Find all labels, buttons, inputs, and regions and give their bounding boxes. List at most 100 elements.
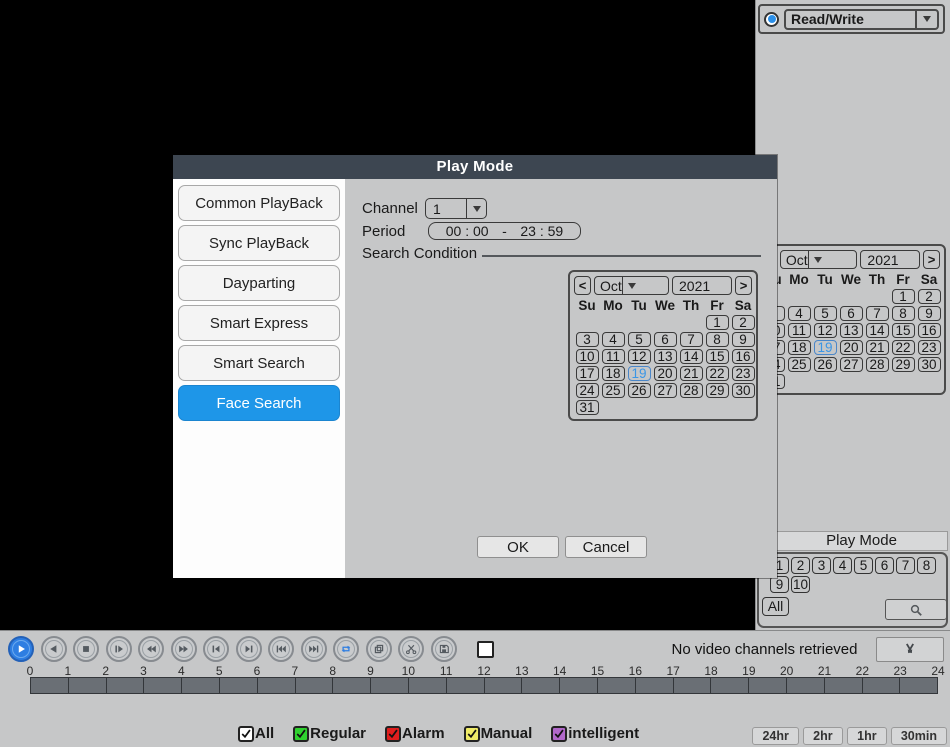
clip-button[interactable] <box>398 636 424 662</box>
timeline-segment[interactable] <box>522 678 560 693</box>
fast-forward-button[interactable] <box>171 636 197 662</box>
sidebar-item-dayparting[interactable]: Dayparting <box>178 265 340 301</box>
legend-checkbox-alarm[interactable] <box>385 726 401 742</box>
timeline-segment[interactable] <box>182 678 220 693</box>
calendar-day[interactable]: 13 <box>654 349 677 364</box>
calendar-next-button[interactable]: > <box>735 276 752 295</box>
timeline-segment[interactable] <box>636 678 674 693</box>
calendar-day[interactable]: 6 <box>840 306 863 321</box>
calendar-next-button[interactable]: > <box>923 250 940 269</box>
calendar-day[interactable]: 16 <box>918 323 941 338</box>
cancel-button[interactable]: Cancel <box>565 536 647 558</box>
display-checkbox[interactable] <box>477 641 494 658</box>
timeline-segment[interactable] <box>296 678 334 693</box>
calendar-day[interactable]: 5 <box>628 332 651 347</box>
channel-button-6[interactable]: 6 <box>875 557 894 574</box>
calendar-day[interactable]: 12 <box>814 323 837 338</box>
calendar-day[interactable]: 25 <box>788 357 811 372</box>
calendar-day[interactable]: 22 <box>892 340 915 355</box>
calendar-day[interactable]: 28 <box>866 357 889 372</box>
calendar-day[interactable]: 14 <box>866 323 889 338</box>
period-field[interactable]: 00 : 00 - 23 : 59 <box>428 222 581 240</box>
calendar-day[interactable]: 8 <box>892 306 915 321</box>
sidebar-item-smart-express[interactable]: Smart Express <box>178 305 340 341</box>
timeline-segment[interactable] <box>900 678 937 693</box>
skip-to-start-button[interactable] <box>268 636 294 662</box>
calendar-day[interactable]: 25 <box>602 383 625 398</box>
dropdown-arrow-box[interactable] <box>622 277 641 294</box>
legend-checkbox-all[interactable] <box>238 726 254 742</box>
dropdown-arrow-box[interactable] <box>466 199 486 218</box>
legend-checkbox-manual[interactable] <box>464 726 480 742</box>
calendar-day[interactable]: 14 <box>680 349 703 364</box>
calendar-day[interactable]: 23 <box>918 340 941 355</box>
calendar-day[interactable]: 21 <box>866 340 889 355</box>
calendar-day[interactable]: 28 <box>680 383 703 398</box>
channel-button-3[interactable]: 3 <box>812 557 831 574</box>
timeline-segment[interactable] <box>485 678 523 693</box>
calendar-day[interactable]: 15 <box>706 349 729 364</box>
channel-button-10[interactable]: 10 <box>791 576 810 593</box>
calendar-day[interactable]: 16 <box>732 349 755 364</box>
calendar-day[interactable]: 24 <box>576 383 599 398</box>
timeline[interactable] <box>30 677 938 694</box>
calendar-month-dropdown[interactable]: Oct <box>780 250 858 269</box>
calendar-day[interactable]: 17 <box>576 366 599 381</box>
timeline-segment[interactable] <box>31 678 69 693</box>
calendar-day[interactable]: 11 <box>602 349 625 364</box>
calendar-day[interactable]: 2 <box>918 289 941 304</box>
channel-dropdown[interactable]: 1 <box>425 198 487 219</box>
calendar-day[interactable]: 29 <box>706 383 729 398</box>
timeline-segment[interactable] <box>144 678 182 693</box>
calendar-day[interactable]: 30 <box>732 383 755 398</box>
calendar-day[interactable]: 18 <box>788 340 811 355</box>
sidebar-item-sync-playback[interactable]: Sync PlayBack <box>178 225 340 261</box>
time-range-button-30min[interactable]: 30min <box>891 727 947 745</box>
calendar-day[interactable]: 9 <box>732 332 755 347</box>
timeline-segment[interactable] <box>371 678 409 693</box>
calendar-day[interactable]: 3 <box>576 332 599 347</box>
play-button[interactable] <box>8 636 34 662</box>
sidebar-item-smart-search[interactable]: Smart Search <box>178 345 340 381</box>
all-channels-button[interactable]: All <box>762 597 789 616</box>
calendar-month-dropdown[interactable]: Oct <box>594 276 669 295</box>
calendar-day[interactable]: 2 <box>732 315 755 330</box>
dropdown-arrow-box[interactable] <box>808 251 827 268</box>
timeline-segment[interactable] <box>333 678 371 693</box>
dropdown-arrow-box[interactable] <box>915 11 937 28</box>
skip-to-end-button[interactable] <box>301 636 327 662</box>
legend-checkbox-intelligent[interactable] <box>551 726 567 742</box>
storage-radio-button[interactable] <box>764 12 779 27</box>
calendar-year-field[interactable]: 2021 <box>860 250 920 269</box>
calendar-day[interactable]: 9 <box>918 306 941 321</box>
calendar-day[interactable]: 12 <box>628 349 651 364</box>
reverse-play-button[interactable] <box>41 636 67 662</box>
calendar-day-selected[interactable]: 19 <box>814 340 837 355</box>
time-range-button-1hr[interactable]: 1hr <box>847 727 887 745</box>
timeline-segment[interactable] <box>598 678 636 693</box>
calendar-year-field[interactable]: 2021 <box>672 276 732 295</box>
timeline-segment[interactable] <box>674 678 712 693</box>
sidebar-item-common-playback[interactable]: Common PlayBack <box>178 185 340 221</box>
calendar-day[interactable]: 7 <box>680 332 703 347</box>
calendar-day[interactable]: 27 <box>840 357 863 372</box>
refresh-channels-button[interactable] <box>876 637 944 662</box>
storage-mode-dropdown[interactable]: Read/Write <box>784 9 939 30</box>
timeline-segment[interactable] <box>787 678 825 693</box>
timeline-segment[interactable] <box>447 678 485 693</box>
loop-button[interactable] <box>333 636 359 662</box>
calendar-day[interactable]: 11 <box>788 323 811 338</box>
calendar-day[interactable]: 20 <box>840 340 863 355</box>
time-range-button-2hr[interactable]: 2hr <box>803 727 843 745</box>
calendar-day[interactable]: 21 <box>680 366 703 381</box>
calendar-day[interactable]: 4 <box>602 332 625 347</box>
timeline-segment[interactable] <box>749 678 787 693</box>
calendar-day[interactable]: 30 <box>918 357 941 372</box>
calendar-day[interactable]: 22 <box>706 366 729 381</box>
calendar-day[interactable]: 20 <box>654 366 677 381</box>
calendar-day[interactable]: 15 <box>892 323 915 338</box>
legend-checkbox-regular[interactable] <box>293 726 309 742</box>
timeline-segment[interactable] <box>863 678 901 693</box>
timeline-segment[interactable] <box>409 678 447 693</box>
stop-button[interactable] <box>73 636 99 662</box>
